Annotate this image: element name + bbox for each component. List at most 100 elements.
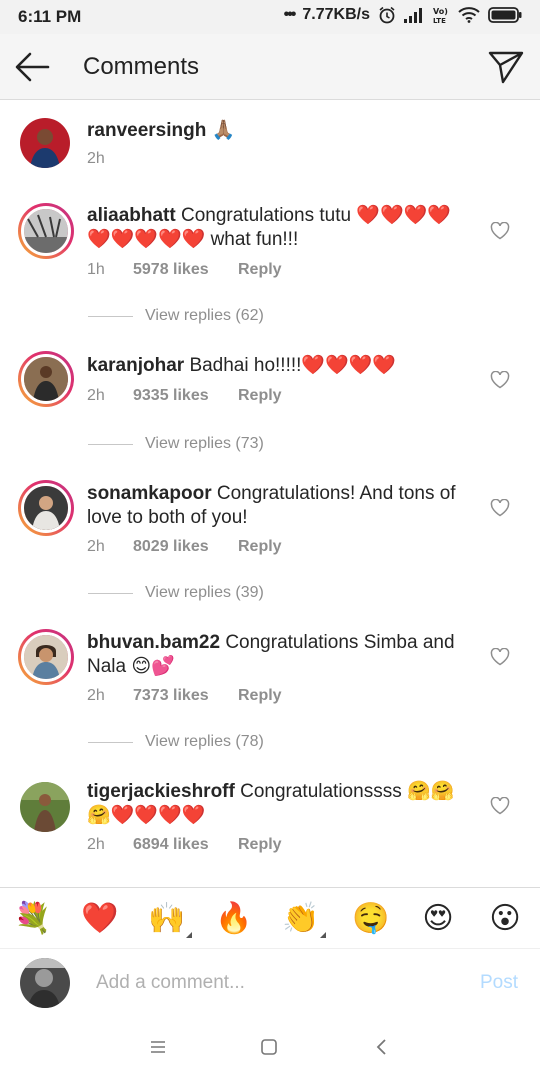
like-count[interactable]: 7373 likes [133, 687, 238, 705]
view-replies-button[interactable]: View replies (62) [88, 307, 264, 325]
avatar-ranveersingh [20, 118, 70, 168]
timestamp: 2h [87, 836, 105, 853]
divider [88, 443, 133, 445]
emoji-heart-eyes-button[interactable]: 😍 [419, 900, 457, 938]
timestamp: 2h [87, 538, 105, 555]
page-title: Comments [83, 53, 200, 80]
like-button[interactable] [490, 498, 510, 517]
divider [88, 592, 133, 594]
header: Comments [0, 34, 540, 100]
username[interactable]: aliaabhatt [87, 205, 176, 226]
like-button[interactable] [490, 796, 510, 815]
timestamp: 2h [87, 150, 105, 167]
share-button[interactable] [486, 47, 526, 87]
menu-button[interactable] [148, 1037, 172, 1059]
avatar[interactable] [18, 480, 74, 536]
volte-icon: Vo)LTE [433, 7, 448, 24]
avatar [20, 958, 70, 1008]
back-arrow-icon [15, 52, 50, 82]
battery-icon [488, 7, 522, 23]
view-replies-label: View replies (39) [145, 584, 264, 601]
avatar[interactable] [20, 118, 70, 168]
emoji-drooling-button[interactable]: 🤤 [352, 900, 390, 938]
view-replies-button[interactable]: View replies (39) [88, 584, 264, 602]
like-count[interactable]: 8029 likes [133, 538, 238, 556]
username[interactable]: karanjohar [87, 355, 184, 376]
emoji-quick-bar: 💐 ❤️ 🙌 🔥 👏 🤤 😍 😮 [0, 887, 540, 949]
view-replies-button[interactable]: View replies (73) [88, 435, 264, 453]
heart-outline-icon [490, 796, 510, 815]
back-chevron-icon [376, 1039, 386, 1055]
comment-input[interactable] [96, 969, 456, 997]
status-time: 6:11 PM [18, 7, 82, 26]
home-square-icon [261, 1039, 277, 1055]
skin-tone-indicator-icon [186, 932, 192, 938]
avatar[interactable] [20, 782, 70, 832]
reply-button[interactable]: Reply [238, 261, 282, 279]
username[interactable]: ranveersingh [87, 120, 206, 141]
view-replies-button[interactable]: View replies (78) [88, 733, 264, 751]
emoji-clap-button[interactable]: 👏 [282, 900, 326, 938]
my-avatar [20, 958, 70, 1008]
avatar-tigerjackieshroff [20, 782, 70, 832]
like-button[interactable] [490, 370, 510, 389]
signal-icon [404, 8, 422, 23]
like-count[interactable]: 5978 likes [133, 261, 238, 279]
more-dots-icon: ••• [283, 6, 297, 23]
back-button[interactable] [12, 48, 52, 86]
status-icons: ••• 7.77KB/s Vo) LTE [284, 6, 522, 24]
reply-button[interactable]: Reply [238, 387, 282, 405]
divider [88, 315, 133, 317]
system-back-button[interactable] [372, 1037, 396, 1059]
avatar[interactable] [18, 351, 74, 407]
like-count[interactable]: 6894 likes [133, 836, 238, 854]
reply-button[interactable]: Reply [238, 538, 282, 556]
divider [88, 741, 133, 743]
heart-outline-icon [490, 221, 510, 240]
view-replies-label: View replies (73) [145, 435, 264, 452]
home-button[interactable] [259, 1037, 283, 1059]
comment-text: Badhai ho!!!!!❤️❤️❤️❤️ [189, 355, 397, 376]
like-button[interactable] [490, 647, 510, 666]
avatar[interactable] [18, 203, 74, 259]
heart-outline-icon [490, 498, 510, 517]
network-speed: 7.77KB/s [302, 6, 370, 23]
svg-text:LTE: LTE [433, 17, 446, 24]
emoji-heart-button[interactable]: ❤️ [81, 900, 119, 938]
status-bar: 6:11 PM ••• 7.77KB/s Vo) LTE [0, 0, 540, 34]
avatar[interactable] [18, 629, 74, 685]
post-button[interactable]: Post [480, 972, 518, 994]
emoji-fire-button[interactable]: 🔥 [215, 900, 253, 938]
svg-text:Vo): Vo) [433, 7, 448, 16]
send-icon [488, 51, 524, 84]
like-count[interactable]: 9335 likes [133, 387, 238, 405]
reply-button[interactable]: Reply [238, 687, 282, 705]
timestamp: 2h [87, 387, 105, 404]
menu-icon [151, 1041, 165, 1053]
avatar-sonamkapoor [24, 486, 68, 530]
emoji-surprised-button[interactable]: 😮 [486, 900, 524, 938]
avatar-aliaabhatt [24, 209, 68, 253]
comment-composer: Post [0, 949, 540, 1017]
timestamp: 2h [87, 687, 105, 704]
username[interactable]: sonamkapoor [87, 483, 212, 504]
emoji-bouquet-button[interactable]: 💐 [14, 900, 52, 938]
avatar-karanjohar [24, 357, 68, 401]
heart-outline-icon [490, 370, 510, 389]
skin-tone-indicator-icon [320, 932, 326, 938]
emoji-raised-hands-button[interactable]: 🙌 [148, 900, 192, 938]
emoji-raised-hands: 🙌 [148, 902, 186, 935]
wifi-icon [458, 7, 480, 23]
timestamp: 1h [87, 261, 105, 278]
system-nav-bar [0, 1017, 540, 1080]
view-replies-label: View replies (78) [145, 733, 264, 750]
alarm-icon [379, 6, 395, 24]
caption-text: 🙏🏽 [211, 120, 236, 141]
reply-button[interactable]: Reply [238, 836, 282, 854]
emoji-clap: 👏 [282, 902, 320, 935]
username[interactable]: tigerjackieshroff [87, 781, 235, 802]
like-button[interactable] [490, 221, 510, 240]
username[interactable]: bhuvan.bam22 [87, 632, 220, 653]
view-replies-label: View replies (62) [145, 307, 264, 324]
avatar-bhuvan-bam22 [24, 635, 68, 679]
